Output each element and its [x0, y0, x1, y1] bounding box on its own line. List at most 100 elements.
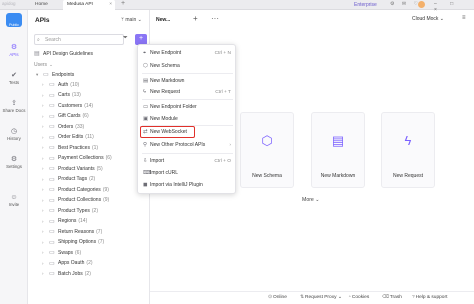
project-tab[interactable]: Medusa API ×	[63, 0, 115, 10]
branch-label: main	[125, 17, 137, 23]
branch-selector[interactable]: ᛘ main ⌄	[121, 17, 142, 23]
settings-icon: ⚙	[10, 156, 18, 163]
sidebar-folder[interactable]: › ▭ Gift Cards (6)	[42, 112, 89, 121]
sidebar-item-users[interactable]: Users ⌄	[34, 60, 56, 69]
sidebar-item-endpoints[interactable]: ▾ ▭ Endpoints	[36, 70, 74, 79]
sidebar-folder[interactable]: › ▭ Payment Collections (6)	[42, 154, 112, 163]
search-placeholder: Search	[45, 37, 61, 43]
chevron-right-icon: ›	[42, 208, 44, 213]
sidebar-folder[interactable]: › ▭ Orders (33)	[42, 122, 84, 131]
menu-item-label: Import	[150, 158, 165, 164]
search-input[interactable]: ⌕ Search	[34, 34, 124, 45]
rail-item-tests[interactable]: ✔ Tests	[0, 72, 28, 85]
rail-item-invite[interactable]: ☺ Invite	[0, 194, 28, 207]
sidebar-folder-label: Gift Cards	[58, 113, 81, 119]
sidebar-folder-label: Product Collections	[58, 197, 102, 203]
sidebar-folder[interactable]: › ▭ Batch Jobs (2)	[42, 269, 91, 278]
chevron-right-icon: ›	[42, 92, 44, 98]
sidebar-folder-count: (9)	[103, 197, 110, 203]
card-new-request[interactable]: ϟ New Request	[381, 112, 435, 188]
sidebar-folder[interactable]: › ▭ Product Variants (5)	[42, 164, 103, 173]
more-button[interactable]: More ⌄	[302, 197, 320, 203]
enterprise-link[interactable]: Enterprise	[354, 2, 377, 8]
sidebar-folder[interactable]: › ▭ Customers (14)	[42, 101, 93, 110]
help-button[interactable]: ?Help & support	[412, 295, 447, 300]
sidebar-folder[interactable]: › ▭ Regions (14)	[42, 217, 87, 226]
main-tab-bar: ᛘ main ⌄ New... + ··· Cloud Mock ⌄ ≡	[116, 10, 474, 30]
sidebar-folder-label: Shipping Options	[58, 239, 97, 245]
menu-item[interactable]: ⇩ Import Ctrl + O	[138, 156, 237, 166]
menu-icon[interactable]: ≡	[462, 15, 466, 21]
menu-item[interactable]: ⇄ New WebSocket	[138, 127, 237, 137]
chevron-right-icon: ›	[42, 176, 44, 182]
proxy-label: Request Proxy ⌄	[305, 295, 342, 300]
sidebar-folder-count: (5)	[96, 165, 103, 172]
folder-icon: ▭	[49, 239, 55, 246]
menu-item[interactable]: ⬡ New Schema	[138, 61, 237, 71]
sidebar-folder[interactable]: › ▭ Return Reasons (7)	[42, 227, 102, 236]
sidebar-folder-label: Product Tags	[58, 176, 88, 182]
help-icon: ?	[412, 295, 415, 300]
close-icon[interactable]: ×	[109, 2, 112, 7]
card-new-schema[interactable]: ⬡ New Schema	[240, 112, 294, 188]
menu-item-label: New Module	[150, 116, 178, 122]
sidebar-folder[interactable]: › ▭ Carts (13)	[42, 91, 81, 100]
rail-item-history[interactable]: ◷ History	[0, 128, 28, 141]
sidebar-folder-label: Product Categories	[58, 186, 101, 193]
sidebar-folder[interactable]: › ▭ Product Tags (2)	[42, 175, 95, 184]
tab-new[interactable]: New...	[156, 17, 170, 23]
menu-item[interactable]: ▭ New Endpoint Folder	[138, 102, 237, 112]
menu-item[interactable]: ⌖ New Endpoint Ctrl + N	[138, 48, 237, 58]
sidebar-folder[interactable]: › ▭ Swaps (6)	[42, 248, 81, 257]
request-proxy-selector[interactable]: ⇅Request Proxy ⌄	[300, 295, 342, 300]
protocol-icon: ⚲	[143, 142, 148, 148]
history-icon: ◷	[10, 128, 18, 135]
trash-button[interactable]: ⌫Trash	[382, 295, 402, 300]
environment-selector[interactable]: Cloud Mock ⌄	[412, 16, 444, 22]
rail-item-apis[interactable]: ⚙ APIs	[0, 44, 28, 57]
rail-item-settings[interactable]: ⚙ Settings	[0, 156, 28, 169]
sidebar-folder-count: (2)	[86, 260, 93, 266]
sidebar-title: APIs	[35, 17, 50, 24]
menu-item-label: New Markdown	[150, 78, 185, 84]
menu-item[interactable]: ⚲ New Other Protocol APIs ›	[138, 140, 237, 150]
menu-item[interactable]: ◼ Import via IntelliJ Plugin	[138, 180, 237, 190]
invite-icon: ☺	[10, 194, 18, 201]
sidebar-folder-count: (1)	[91, 144, 99, 151]
sidebar-folder-count: (14)	[84, 102, 94, 109]
sidebar-folder[interactable]: › ▭ Order Edits (11)	[42, 133, 94, 142]
menu-item-shortcut: Ctrl + O	[214, 158, 231, 164]
team-logo[interactable]: Public	[6, 13, 22, 27]
menu-item[interactable]: ▣ New Module	[138, 114, 237, 124]
sidebar-folder[interactable]: › ▭ Product Categories (9)	[42, 185, 109, 194]
folder-icon: ▭	[49, 134, 55, 141]
more-tabs-button[interactable]: ···	[211, 14, 219, 23]
avatar[interactable]	[418, 1, 425, 8]
sidebar-folder[interactable]: › ▭ Product Types (2)	[42, 206, 98, 215]
chevron-right-icon: ›	[42, 197, 44, 203]
filter-icon[interactable]: ⏷	[123, 35, 128, 42]
sidebar-folder[interactable]: › ▭ Best Practices (1)	[42, 143, 98, 152]
add-tab-button[interactable]: +	[193, 14, 198, 23]
sidebar-folder[interactable]: › ▭ Auth (10)	[42, 80, 79, 89]
menu-item[interactable]: ⌨ Import cURL	[138, 168, 237, 178]
cookies-button[interactable]: ◔Cookies	[348, 295, 369, 300]
rail-item-share-docs[interactable]: ⇪ Share Docs	[0, 100, 28, 113]
toolbar-icons[interactable]: ⚙ ✉ ♡	[390, 1, 421, 7]
menu-item[interactable]: ϟ New Request Ctrl + T	[138, 87, 237, 97]
sidebar-folder[interactable]: › ▭ Apps Oauth (2)	[42, 259, 93, 268]
folder-icon: ▭	[49, 176, 55, 183]
home-tab[interactable]: Home	[35, 2, 48, 7]
card-new-markdown[interactable]: ▤ New Markdown	[311, 112, 365, 188]
online-status[interactable]: ⊙Online	[268, 295, 287, 300]
sidebar-item-guidelines[interactable]: ▤ API Design Guidelines	[34, 49, 93, 58]
sidebar-folder-count: (13)	[71, 92, 81, 98]
add-button[interactable]: +	[135, 33, 147, 45]
sidebar-folder[interactable]: › ▭ Shipping Options (7)	[42, 238, 104, 247]
chevron-right-icon: ›	[42, 145, 44, 150]
menu-item-shortcut: ›	[229, 142, 231, 148]
menu-item[interactable]: ▤ New Markdown	[138, 76, 237, 86]
new-tab-button[interactable]: +	[121, 0, 125, 7]
sidebar-folder[interactable]: › ▭ Product Collections (9)	[42, 196, 109, 205]
environment-label: Cloud Mock	[412, 16, 439, 22]
